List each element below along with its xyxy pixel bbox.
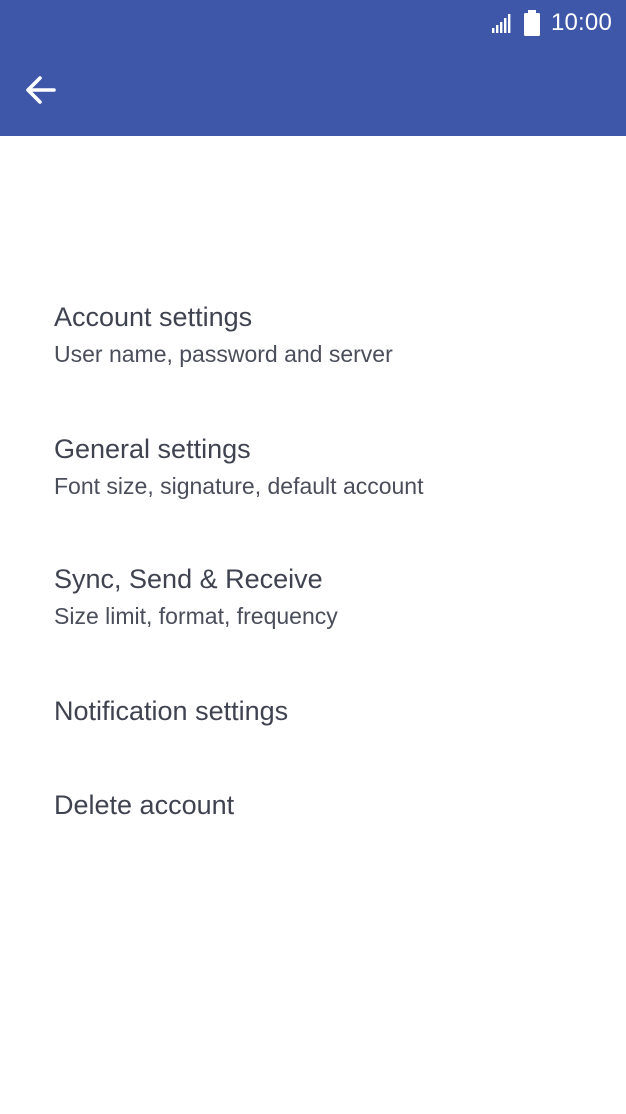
status-time: 10:00 — [550, 9, 612, 36]
status-bar: 10:00 — [491, 8, 612, 38]
notification-settings-item[interactable]: Notification settings — [0, 694, 626, 764]
notification-settings-title: Notification settings — [54, 696, 289, 726]
account-settings-subtitle: User name, password and server — [54, 341, 393, 367]
account-settings-title: Account settings — [54, 302, 253, 332]
signal-icon — [491, 14, 511, 33]
battery-icon — [523, 10, 540, 36]
general-settings-item[interactable]: General settings Font size, signature, d… — [0, 432, 626, 532]
delete-account-title: Delete account — [54, 790, 235, 820]
app-bar: 10:00 — [0, 0, 626, 136]
arrow-back-icon — [26, 76, 56, 104]
sync-send-receive-title: Sync, Send & Receive — [54, 564, 323, 594]
general-settings-subtitle: Font size, signature, default account — [54, 473, 424, 499]
back-button[interactable] — [18, 70, 62, 110]
sync-send-receive-item[interactable]: Sync, Send & Receive Size limit, format,… — [0, 562, 626, 662]
account-settings-item[interactable]: Account settings User name, password and… — [0, 300, 626, 400]
general-settings-title: General settings — [54, 434, 251, 464]
sync-send-receive-subtitle: Size limit, format, frequency — [54, 603, 338, 629]
delete-account-item[interactable]: Delete account — [0, 788, 626, 858]
